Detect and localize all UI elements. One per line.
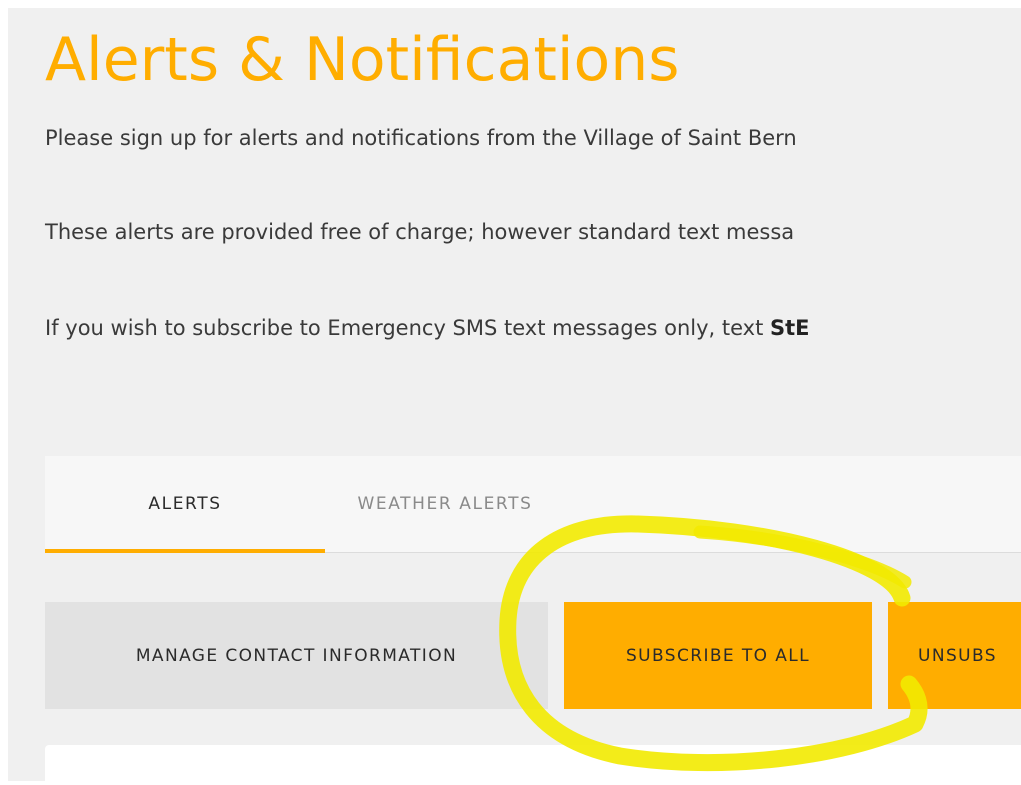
sms-instructions-text: If you wish to subscribe to Emergency SM… bbox=[45, 316, 771, 340]
intro-paragraph-sms: If you wish to subscribe to Emergency SM… bbox=[45, 313, 810, 343]
manage-contact-information-button[interactable]: MANAGE CONTACT INFORMATION bbox=[45, 602, 548, 709]
intro-paragraph-charges: These alerts are provided free of charge… bbox=[45, 220, 795, 244]
tab-weather-alerts[interactable]: WEATHER ALERTS bbox=[325, 456, 565, 552]
sms-keyword: StE bbox=[770, 316, 810, 340]
unsubscribe-button[interactable]: UNSUBS bbox=[888, 602, 1021, 709]
subscribe-to-all-button[interactable]: SUBSCRIBE TO ALL bbox=[564, 602, 872, 709]
intro-paragraph-signup: Please sign up for alerts and notificati… bbox=[45, 126, 797, 150]
alert-tabs: ALERTS WEATHER ALERTS bbox=[45, 456, 1021, 553]
alert-list-panel bbox=[45, 745, 1021, 785]
page-title: Alerts & Notifications bbox=[45, 25, 680, 95]
tab-alerts[interactable]: ALERTS bbox=[45, 456, 325, 553]
